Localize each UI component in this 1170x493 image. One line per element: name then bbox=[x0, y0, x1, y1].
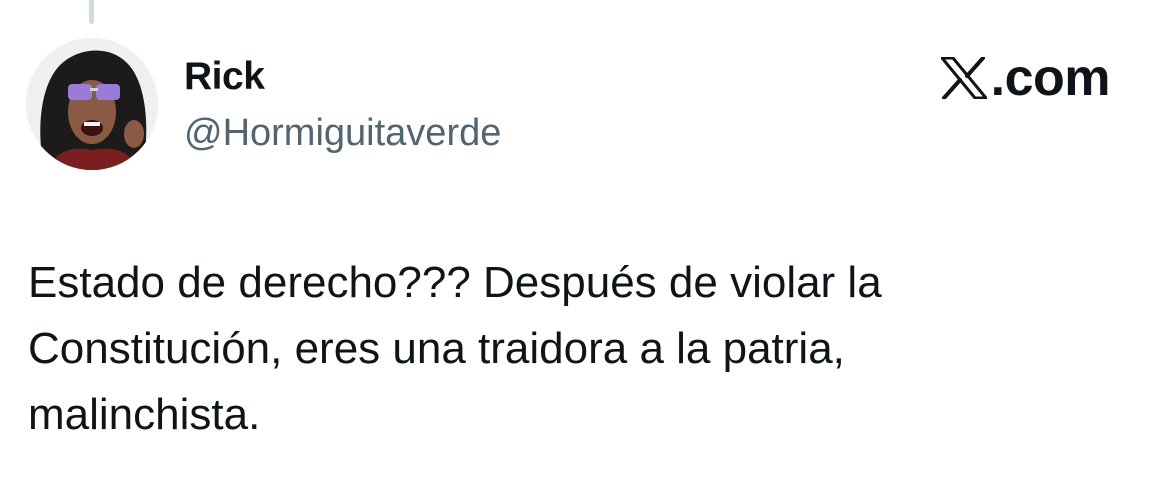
brand-watermark: .com bbox=[940, 49, 1111, 107]
tweet-text-line: Constitución, eres una traidora a la pat… bbox=[28, 324, 845, 373]
tweet-text-line: malinchista. bbox=[28, 390, 261, 439]
brand-domain-text: .com bbox=[990, 49, 1111, 107]
tweet-body: Estado de derecho??? Después de violar l… bbox=[28, 250, 1138, 448]
author-display-name[interactable]: Rick bbox=[184, 54, 265, 100]
thread-connector-line bbox=[89, 0, 94, 24]
tweet-text-line: Estado de derecho??? Después de violar l… bbox=[28, 258, 882, 307]
author-handle[interactable]: @Hormiguitaverde bbox=[184, 110, 501, 156]
avatar[interactable] bbox=[26, 38, 158, 170]
x-logo-icon bbox=[940, 57, 987, 99]
avatar-photo bbox=[26, 38, 158, 170]
